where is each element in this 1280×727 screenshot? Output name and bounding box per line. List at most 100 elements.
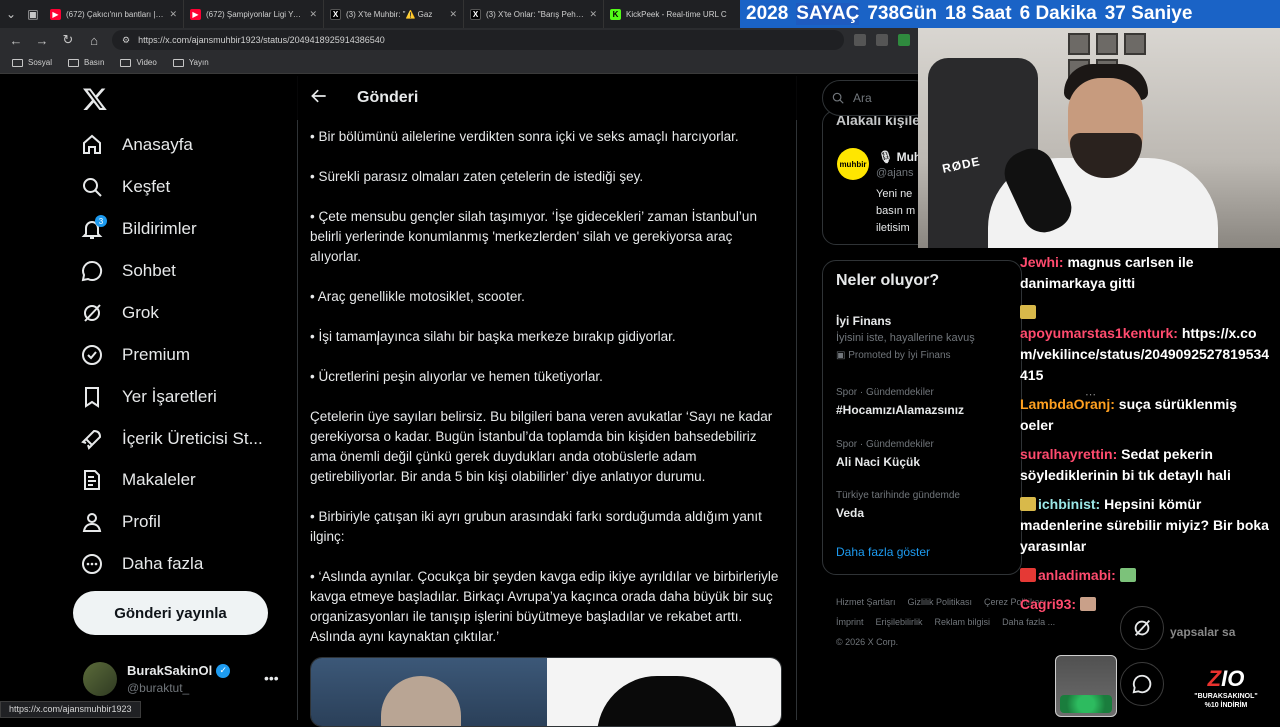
post-media[interactable] — [310, 657, 782, 727]
nav-more[interactable]: Daha fazla — [80, 544, 203, 584]
grok-float-button[interactable] — [1120, 606, 1164, 650]
sponsor-logo: ZIO — [1208, 666, 1245, 692]
related-account-avatar[interactable]: muhbir — [837, 148, 869, 180]
post-header: Gönderi — [297, 76, 797, 120]
bookmark-label: Sosyal — [28, 58, 53, 67]
close-tab-icon[interactable]: ✕ — [449, 9, 457, 20]
browser-tab[interactable]: ▶ (672) Çakıcı'nın bantları | Eym ✕ — [44, 0, 184, 28]
promo-discount-text: %10 İNDİRİM — [1204, 702, 1248, 709]
bookmark-folder[interactable]: Yayın — [172, 58, 209, 67]
footer-link[interactable]: Hizmet Şartları — [836, 597, 896, 607]
account-name-text: BurakSakinOl — [127, 663, 213, 678]
promoted-label-text: Promoted by İyi Finans — [848, 350, 951, 361]
site-info-icon[interactable]: ⚙ — [122, 35, 130, 46]
bookmarks-bar: Sosyal Basın Video Yayın — [0, 52, 918, 74]
chat-message — [1020, 302, 1270, 323]
timer-days: 738Gün — [867, 3, 937, 25]
more-icon — [82, 554, 102, 574]
promo-trend-title[interactable]: İyi Finans — [836, 314, 891, 328]
messages-float-button[interactable] — [1120, 662, 1164, 706]
browser-tab[interactable]: X (3) X'te Onlar: "Barış Pehlivan ✕ — [464, 0, 604, 28]
nav-notifications[interactable]: 3 Bildirimler — [80, 209, 197, 249]
nav-chat[interactable]: Sohbet — [80, 251, 176, 291]
tab-list-button[interactable]: ⌄ — [0, 0, 22, 28]
close-tab-icon[interactable]: ✕ — [589, 9, 597, 20]
extension-icon[interactable] — [898, 34, 910, 46]
x-logo-icon[interactable] — [82, 86, 108, 112]
account-name[interactable]: BurakSakinOl ✓ — [127, 663, 231, 678]
reload-icon[interactable]: ↻ — [60, 32, 76, 48]
browser-tab[interactable]: X (3) X'te Muhbir: "⚠️ Gaz ✕ — [324, 0, 464, 28]
browser-tab[interactable]: K KickPeek - Real-time URL C — [604, 0, 744, 28]
search-input[interactable]: Ara — [822, 80, 932, 116]
countdown-timer-overlay: 2028 SAYAÇ 738Gün 18 Saat 6 Dakika 37 Sa… — [740, 0, 1280, 28]
trend-context: Spor · Gündemdekiler — [836, 387, 934, 398]
chat-message: suralhayrettin: Sedat pekerin söyledikle… — [1020, 444, 1270, 486]
tab-title: (672) Çakıcı'nın bantları | Eym — [66, 9, 165, 19]
related-account-name[interactable]: 🎙 Muh — [878, 150, 921, 164]
verified-icon: ✓ — [216, 663, 231, 678]
account-more-icon[interactable]: ••• — [264, 670, 279, 686]
show-more-link[interactable]: Daha fazla göster — [836, 545, 930, 559]
trend-name[interactable]: Veda — [836, 506, 864, 520]
post-paragraph: • Bir bölümünü ailelerine verdikten sonr… — [310, 129, 739, 144]
back-icon[interactable]: ← — [8, 33, 24, 48]
nav-creator-studio[interactable]: İçerik Üreticisi St... — [80, 419, 263, 459]
browser-tab[interactable]: ▶ (672) Şampiyonlar Ligi Yarı Fi ✕ — [184, 0, 324, 28]
trend-name[interactable]: #HocamızıAlamazsınız — [836, 403, 964, 417]
home-browser-icon[interactable]: ⌂ — [86, 33, 102, 48]
donation-jar — [1055, 655, 1117, 717]
chat-username: LambdaOranj: — [1020, 396, 1115, 412]
folder-icon — [12, 58, 23, 67]
folder-icon — [120, 58, 132, 67]
timer-days-unit: Gün — [899, 3, 938, 24]
tab-groups-icon[interactable]: ▣ — [22, 0, 44, 28]
footer-link[interactable]: Erişilebilirlik — [876, 617, 923, 627]
nav-label: Makaleler — [122, 470, 196, 489]
nav-profile[interactable]: Profil — [80, 502, 161, 542]
footer-link[interactable]: İmprint — [836, 617, 864, 627]
url-input[interactable]: ⚙ https://x.com/ajansmuhbir1923/status/2… — [112, 30, 844, 50]
forward-icon[interactable]: → — [34, 33, 50, 48]
extension-icon[interactable] — [854, 34, 866, 46]
bookmark-folder[interactable]: Video — [120, 58, 157, 67]
nav-articles[interactable]: Makaleler — [80, 460, 196, 500]
chat-username: Cagri93: — [1020, 596, 1077, 612]
wall-frame — [1124, 33, 1146, 55]
nav-label: Daha fazla — [122, 554, 204, 573]
extension-icon[interactable] — [876, 34, 888, 46]
footer-link[interactable]: Reklam bilgisi — [935, 617, 991, 627]
sponsor-promo-overlay: ZIO "BURAKSAKINOL" %10 İNDİRİM — [1172, 656, 1280, 720]
bookmark-label: Basın — [84, 58, 105, 67]
chat-emote-icon — [1020, 305, 1036, 319]
nav-label: Yer İşaretleri — [122, 387, 217, 406]
chat-emote-icon — [1020, 497, 1036, 511]
timer-minutes-unit: Dakika — [1035, 3, 1097, 24]
nav-label: Bildirimler — [122, 219, 197, 238]
nav-grok[interactable]: Grok — [80, 293, 159, 333]
nav-explore[interactable]: Keşfet — [80, 167, 170, 207]
bookmark-folder[interactable]: Basın — [68, 58, 104, 67]
chat-username: anladimabi: — [1038, 567, 1116, 583]
chat-emote-icon — [1020, 568, 1036, 582]
trend-name[interactable]: Ali Naci Küçük — [836, 455, 920, 469]
chat-emote-icon — [1119, 568, 1136, 582]
post-button[interactable]: Gönderi yayınla — [73, 591, 268, 635]
nav-bookmarks[interactable]: Yer İşaretleri — [80, 377, 217, 417]
close-tab-icon[interactable]: ✕ — [169, 9, 177, 20]
back-arrow-icon[interactable] — [309, 86, 329, 106]
nav-premium[interactable]: Premium — [80, 335, 190, 375]
folder-icon — [68, 58, 80, 67]
close-tab-icon[interactable]: ✕ — [309, 9, 317, 20]
footer-link[interactable]: Gizlilik Politikası — [908, 597, 973, 607]
post-paragraph: • Ücretlerini peşin alıyorlar ve hemen t… — [310, 369, 603, 384]
promoted-label: ▣ Promoted by İyi Finans — [836, 350, 951, 361]
donation-jar-fill — [1060, 695, 1112, 713]
bookmark-folder[interactable]: Sosyal — [12, 58, 52, 67]
avatar[interactable] — [83, 662, 117, 696]
nav-home[interactable]: Anasayfa — [80, 125, 193, 165]
x-logo-icon: X — [330, 8, 341, 20]
timer-minutes-value: 6 — [1019, 3, 1031, 24]
nav-label: Anasayfa — [122, 135, 193, 154]
article-icon — [84, 470, 100, 490]
